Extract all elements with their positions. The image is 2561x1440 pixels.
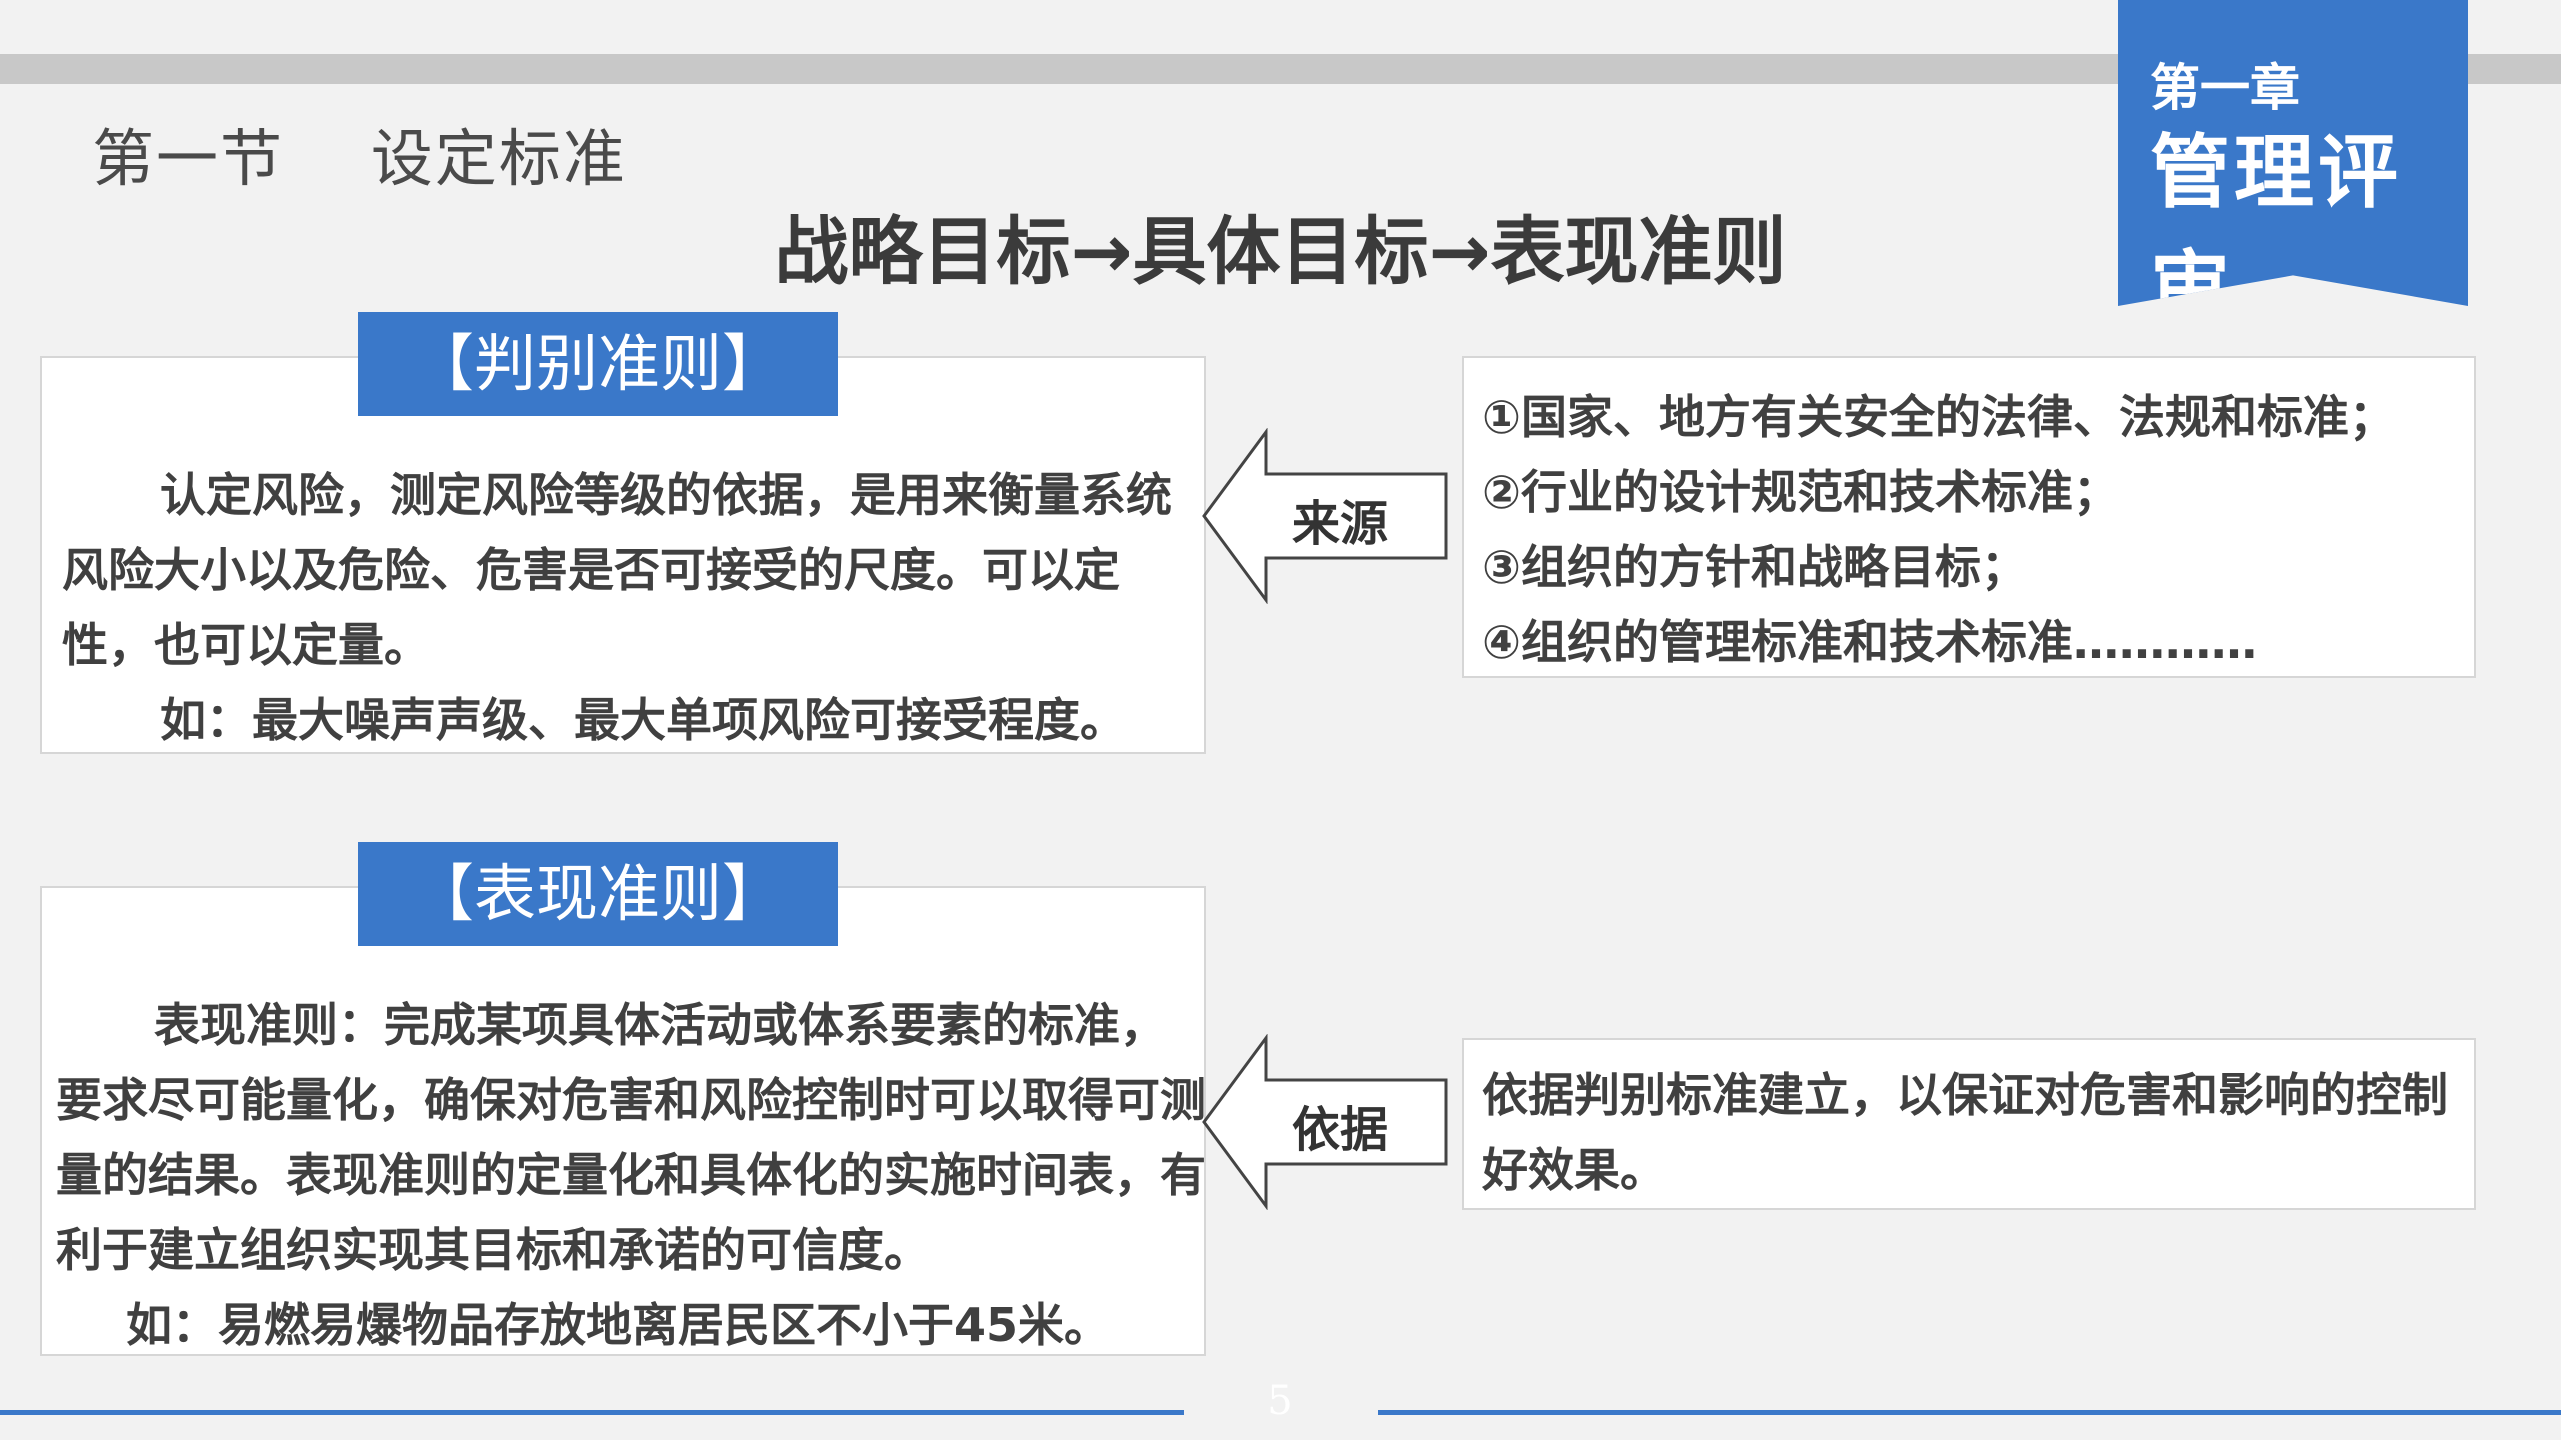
performance-tab: 【表现准则】: [358, 842, 838, 946]
page-number: 5: [1267, 1378, 1293, 1424]
performance-panel: 表现准则：完成某项具体活动或体系要素的标准，要求尽可能量化，确保对危害和风险控制…: [40, 886, 1206, 1356]
basis-text: 依据判别标准建立，以保证对危害和影响的控制好效果。: [1482, 1068, 2448, 1197]
basis-arrow-label: 依据: [1292, 1102, 1389, 1158]
footer-line-left: [0, 1410, 1184, 1415]
source-arrow-label: 来源: [1292, 496, 1389, 552]
sources-box: ①国家、地方有关安全的法律、法规和标准； ②行业的设计规范和技术标准； ③组织的…: [1462, 356, 2476, 678]
basis-box: 依据判别标准建立，以保证对危害和影响的控制好效果。: [1462, 1038, 2476, 1210]
criteria-tab: 【判别准则】: [358, 312, 838, 416]
footer-line-right: [1378, 1410, 2561, 1415]
source-item: ③组织的方针和战略目标；: [1482, 540, 2027, 594]
source-item: ④组织的管理标准和技术标准…………: [1482, 615, 2257, 669]
source-item: ①国家、地方有关安全的法律、法规和标准；: [1482, 390, 2395, 444]
source-item: ②行业的设计规范和技术标准；: [1482, 465, 2119, 519]
performance-paragraph: 表现准则：完成某项具体活动或体系要素的标准，要求尽可能量化，确保对危害和风险控制…: [56, 998, 1206, 1277]
criteria-paragraph: 认定风险，测定风险等级的依据，是用来衡量系统风险大小以及危险、危害是否可接受的尺…: [62, 468, 1172, 672]
slide-title: 战略目标→具体目标→表现准则: [774, 209, 1787, 295]
criteria-example: 如：最大噪声声级、最大单项风险可接受程度。: [160, 693, 1126, 747]
section-title: 第一节 设定标准: [92, 122, 627, 195]
performance-example: 如：易燃易爆物品存放地离居民区不小于45米。: [126, 1298, 1111, 1352]
